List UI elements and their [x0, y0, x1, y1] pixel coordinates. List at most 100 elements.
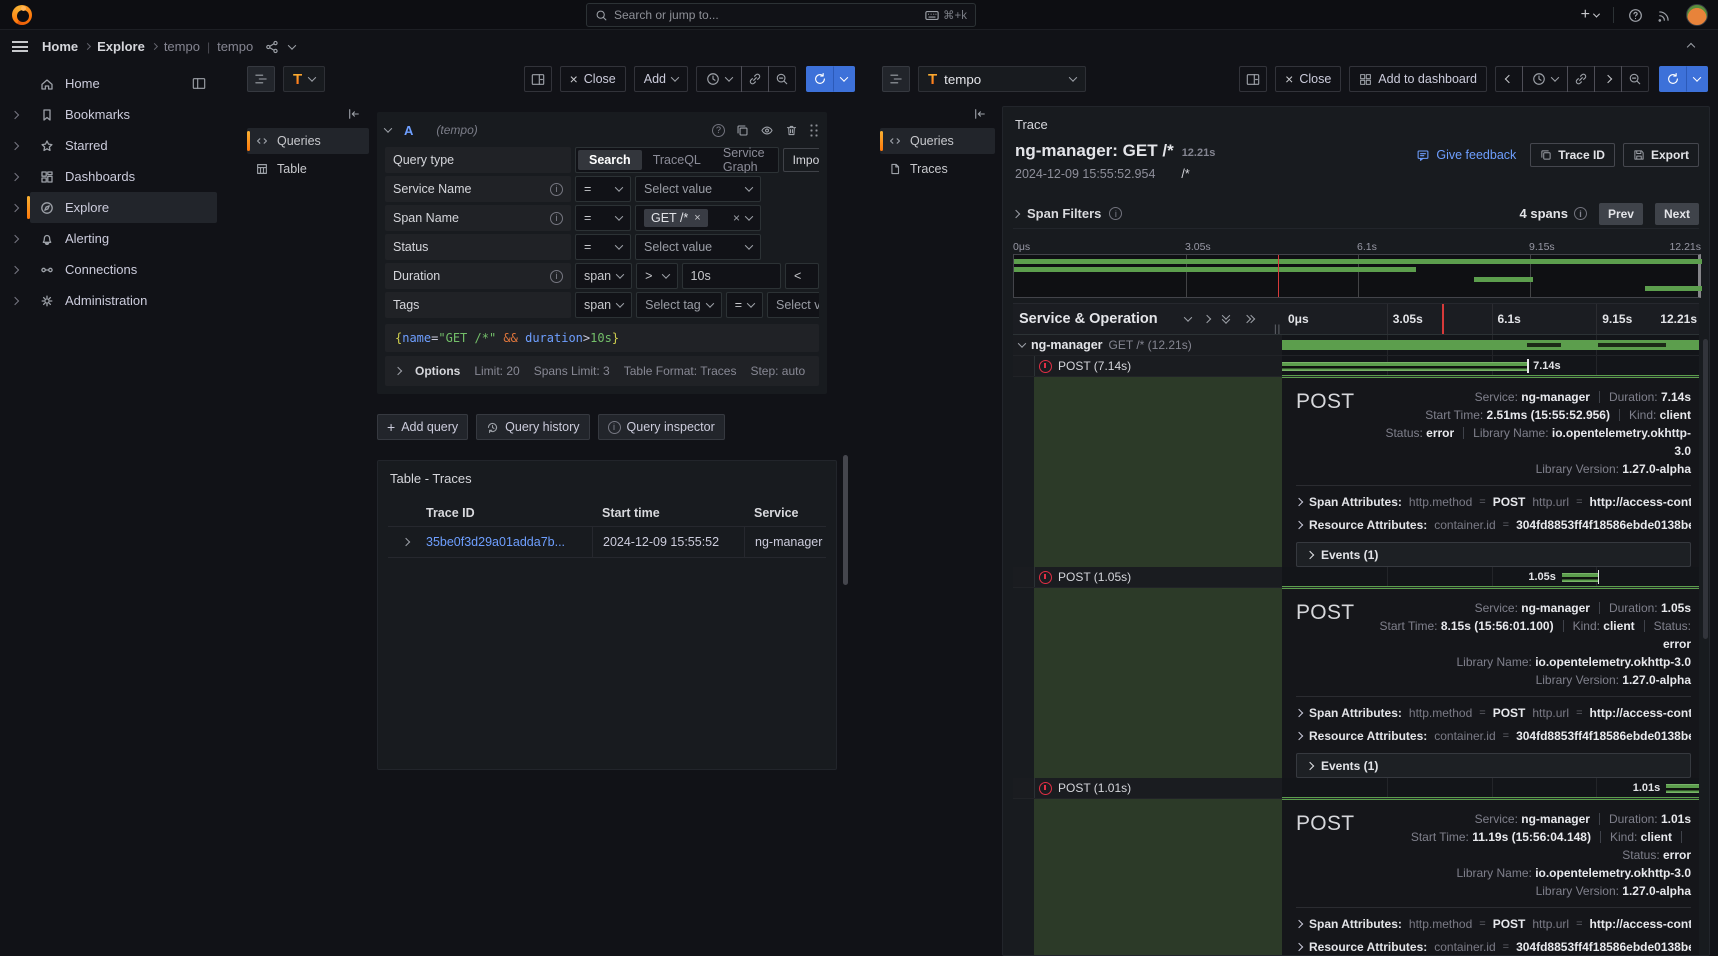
expand-icon[interactable]: [0, 236, 30, 242]
refresh-button[interactable]: [806, 66, 834, 92]
status-operator[interactable]: =: [575, 234, 631, 260]
breadcrumb-home[interactable]: Home: [42, 39, 78, 54]
collapse-icon[interactable]: [1018, 339, 1026, 347]
time-shift-back-button[interactable]: [1495, 66, 1523, 92]
tags-value-select[interactable]: Select va: [767, 292, 819, 318]
status-select[interactable]: Select value: [635, 234, 761, 260]
sidebar-item-dashboards[interactable]: Dashboards: [0, 161, 227, 192]
remove-chip-icon[interactable]: ×: [694, 212, 700, 224]
expand-icon[interactable]: [0, 205, 30, 211]
attributes-row[interactable]: Span Attributes:http.method=POSThttp.url…: [1296, 917, 1691, 931]
user-avatar[interactable]: [1686, 4, 1708, 26]
query-type-tab-service-graph[interactable]: Service Graph: [712, 150, 776, 170]
duration-scope-select[interactable]: span: [575, 263, 632, 289]
time-picker-button[interactable]: [696, 66, 742, 92]
trace-scrollbar[interactable]: [1703, 339, 1708, 639]
split-view-button[interactable]: [524, 66, 552, 92]
span-row[interactable]: POST (1.05s)1.05s: [1013, 567, 1699, 588]
add-new-button[interactable]: +: [1581, 7, 1599, 23]
rail-item-queries[interactable]: Queries: [880, 128, 995, 154]
row-expand-icon[interactable]: [402, 538, 410, 546]
sidebar-item-starred[interactable]: Starred: [0, 130, 227, 161]
collapse-query-icon[interactable]: [384, 124, 392, 132]
export-button[interactable]: Export: [1623, 143, 1699, 167]
remove-query-icon[interactable]: [785, 124, 798, 137]
span-name-cell[interactable]: POST (1.05s): [1013, 567, 1282, 587]
attributes-row[interactable]: Resource Attributes:container.id=304fd88…: [1296, 940, 1691, 954]
span-filters-label[interactable]: Span Filters: [1027, 206, 1101, 221]
share-caret-icon[interactable]: [288, 41, 296, 49]
collapse-rail-icon[interactable]: [973, 108, 987, 120]
zoom-out-button[interactable]: [768, 66, 796, 92]
expand-all-icon[interactable]: [1244, 314, 1254, 324]
sidebar-item-alerting[interactable]: Alerting: [0, 223, 227, 254]
tags-operator[interactable]: =: [726, 292, 763, 318]
column-resize-handle[interactable]: ||: [1274, 324, 1281, 335]
span-bar-cell[interactable]: [1282, 335, 1699, 355]
duration-operator[interactable]: >: [636, 263, 677, 289]
span-name-operator[interactable]: =: [575, 205, 631, 231]
attributes-row[interactable]: Span Attributes:http.method=POSThttp.url…: [1296, 495, 1691, 509]
rail-item-queries[interactable]: Queries: [247, 128, 369, 154]
next-span-button[interactable]: Next: [1655, 203, 1699, 225]
sidebar-item-bookmarks[interactable]: Bookmarks: [0, 99, 227, 130]
sidebar-item-explore[interactable]: Explore: [0, 192, 227, 223]
span-name-cell[interactable]: POST (7.14s): [1013, 356, 1282, 376]
attributes-row[interactable]: Resource Attributes:container.id=304fd88…: [1296, 518, 1691, 532]
sidebar-item-connections[interactable]: Connections: [0, 254, 227, 285]
split-view-button[interactable]: [1239, 66, 1267, 92]
share-icon[interactable]: [265, 40, 279, 54]
service-operation-header[interactable]: Service & Operation: [1019, 311, 1158, 327]
span-row[interactable]: POST (7.14s)7.14s: [1013, 356, 1699, 377]
col-service[interactable]: Service: [744, 500, 826, 526]
sidebar-item-administration[interactable]: Administration: [0, 285, 227, 316]
add-to-dashboard-button[interactable]: Add to dashboard: [1349, 66, 1487, 92]
outline-toggle-button[interactable]: [882, 66, 910, 92]
span-bar-cell[interactable]: 1.05s: [1282, 567, 1699, 587]
expand-icon[interactable]: [0, 267, 30, 273]
col-trace-id[interactable]: Trace ID: [424, 506, 592, 520]
hide-query-icon[interactable]: [760, 124, 774, 137]
expand-icon[interactable]: [0, 298, 30, 304]
query-type-tab-traceql[interactable]: TraceQL: [642, 150, 712, 170]
service-name-operator[interactable]: =: [575, 176, 631, 202]
trace-id-button[interactable]: Trace ID: [1530, 143, 1615, 167]
service-name-select[interactable]: Select value: [635, 176, 761, 202]
span-name-chip[interactable]: GET /*×: [644, 209, 708, 227]
duplicate-query-icon[interactable]: [736, 124, 749, 137]
breadcrumb-tempo[interactable]: tempo: [164, 39, 200, 54]
datasource-picker-left[interactable]: T: [283, 66, 325, 92]
query-ref-id[interactable]: A: [404, 123, 413, 138]
span-bar[interactable]: [1562, 573, 1598, 582]
sidebar-item-home[interactable]: Home: [0, 68, 227, 99]
span-name-cell[interactable]: ng-managerGET /* (12.21s): [1013, 335, 1282, 355]
tags-scope-select[interactable]: span: [575, 292, 632, 318]
rail-item-traces[interactable]: Traces: [880, 156, 995, 182]
root-span-bar[interactable]: [1282, 340, 1699, 350]
tags-tag-select[interactable]: Select tag: [636, 292, 722, 318]
span-bar-cell[interactable]: 1.01s: [1282, 778, 1699, 798]
sidebar-item-body[interactable]: Administration: [30, 285, 217, 316]
sidebar-item-body[interactable]: Explore: [30, 192, 217, 223]
span-bar[interactable]: [1282, 362, 1527, 371]
query-type-tab-search[interactable]: Search: [578, 150, 642, 170]
refresh-interval-caret[interactable]: [833, 66, 855, 92]
collapse-rail-icon[interactable]: [347, 108, 361, 120]
expand-icon[interactable]: [0, 143, 30, 149]
drag-handle-icon[interactable]: [809, 123, 819, 137]
news-icon[interactable]: [1657, 8, 1672, 23]
copy-link-button[interactable]: [741, 66, 769, 92]
query-history-button[interactable]: Query history: [476, 414, 589, 440]
refresh-interval-caret[interactable]: [1686, 66, 1708, 92]
span-row[interactable]: POST (1.01s)1.01s: [1013, 778, 1699, 799]
sidebar-item-body[interactable]: Alerting: [30, 223, 217, 254]
prev-span-button[interactable]: Prev: [1599, 203, 1643, 225]
datasource-picker-right[interactable]: T tempo: [918, 66, 1086, 92]
mega-menu-toggle-icon[interactable]: [12, 41, 28, 52]
span-name-select[interactable]: GET /*× ×: [635, 205, 761, 231]
span-row-root[interactable]: ng-managerGET /* (12.21s): [1013, 335, 1699, 356]
duration-operator-2[interactable]: <: [785, 263, 819, 289]
query-inspector-button[interactable]: i Query inspector: [598, 414, 725, 440]
clear-select-icon[interactable]: ×: [733, 211, 740, 225]
dock-menu-icon[interactable]: [191, 76, 207, 92]
